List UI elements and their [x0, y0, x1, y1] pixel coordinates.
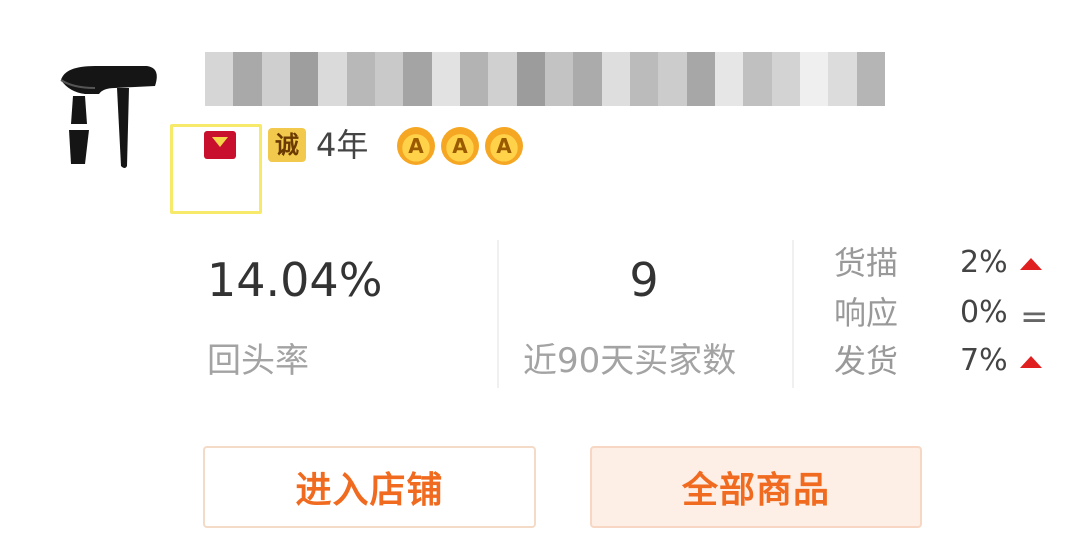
buyers-90d-value: 9: [629, 253, 659, 307]
return-rate-label: 回头率: [207, 341, 309, 381]
all-products-button[interactable]: 全部商品: [590, 446, 922, 528]
trend-up-icon: [1020, 356, 1042, 368]
crown-icon: A: [485, 127, 523, 165]
trend-up-icon: [1020, 258, 1042, 270]
crown-level: A A A: [397, 127, 523, 165]
rating-row-description: 货描 2%: [834, 240, 1064, 288]
hair-dryer-logo-icon[interactable]: [55, 58, 170, 173]
shop-name-pixelated[interactable]: [205, 52, 885, 106]
cheng-badge: 诚: [268, 128, 306, 162]
crown-icon: A: [441, 127, 479, 165]
rating-value: 2%: [960, 245, 1008, 280]
rating-label: 响应: [834, 294, 899, 332]
rating-row-response: 响应 0% =: [834, 290, 1064, 338]
divider: [497, 240, 499, 388]
trend-equal-icon: =: [1020, 297, 1049, 337]
rating-label: 发货: [834, 342, 899, 380]
enter-shop-button[interactable]: 进入店铺: [203, 446, 536, 528]
return-rate-value: 14.04%: [207, 253, 383, 307]
shop-card: 诚 4年 A A A 14.04% 回头率 9 近90天买家数 货描 2% 响应…: [0, 0, 1080, 536]
crown-icon: A: [397, 127, 435, 165]
buyers-90d-label: 近90天买家数: [523, 341, 737, 381]
rating-value: 7%: [960, 343, 1008, 378]
rating-row-shipping: 发货 7%: [834, 338, 1064, 386]
rating-value: 0%: [960, 295, 1008, 330]
tmall-badge-icon: [204, 131, 236, 159]
divider: [792, 240, 794, 388]
rating-label: 货描: [834, 244, 899, 282]
shop-years: 4年: [316, 126, 369, 164]
